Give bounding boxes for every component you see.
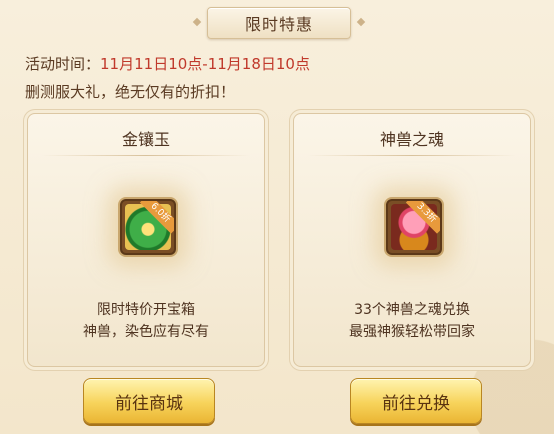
page-title: 限时特惠 bbox=[207, 7, 351, 39]
divider bbox=[308, 155, 516, 156]
offer-card-jade: 金镶玉 6.0折 限时特价开宝箱 神兽，染色应有尽有 bbox=[27, 113, 265, 367]
jade-pendant-icon[interactable]: 6.0折 bbox=[120, 199, 176, 255]
offer-title: 神兽之魂 bbox=[379, 130, 444, 149]
offer-desc-line1: 限时特价开宝箱 bbox=[97, 302, 195, 318]
event-time: 活动时间：11月11日10点-11月18日10点 bbox=[25, 53, 310, 74]
offer-desc-line1: 33个神兽之魂兑换 bbox=[354, 302, 470, 318]
offer-desc-line2: 最强神猴轻松带回家 bbox=[349, 324, 475, 340]
offer-title: 金镶玉 bbox=[121, 130, 170, 149]
event-time-label: 活动时间： bbox=[25, 55, 101, 73]
go-to-shop-button[interactable]: 前往商城 bbox=[83, 378, 215, 424]
go-to-exchange-button[interactable]: 前往兑换 bbox=[350, 378, 482, 424]
event-slogan: 删测服大礼，绝无仅有的折扣！ bbox=[25, 83, 236, 101]
offer-desc-line2: 神兽，染色应有尽有 bbox=[83, 324, 209, 340]
beast-soul-icon[interactable]: 3.3折 bbox=[386, 199, 442, 255]
event-time-range: 11月11日10点-11月18日10点 bbox=[100, 55, 310, 73]
divider bbox=[42, 155, 250, 156]
offer-card-beast-soul: 神兽之魂 3.3折 33个神兽之魂兑换 最强神猴轻松带回家 bbox=[293, 113, 531, 367]
